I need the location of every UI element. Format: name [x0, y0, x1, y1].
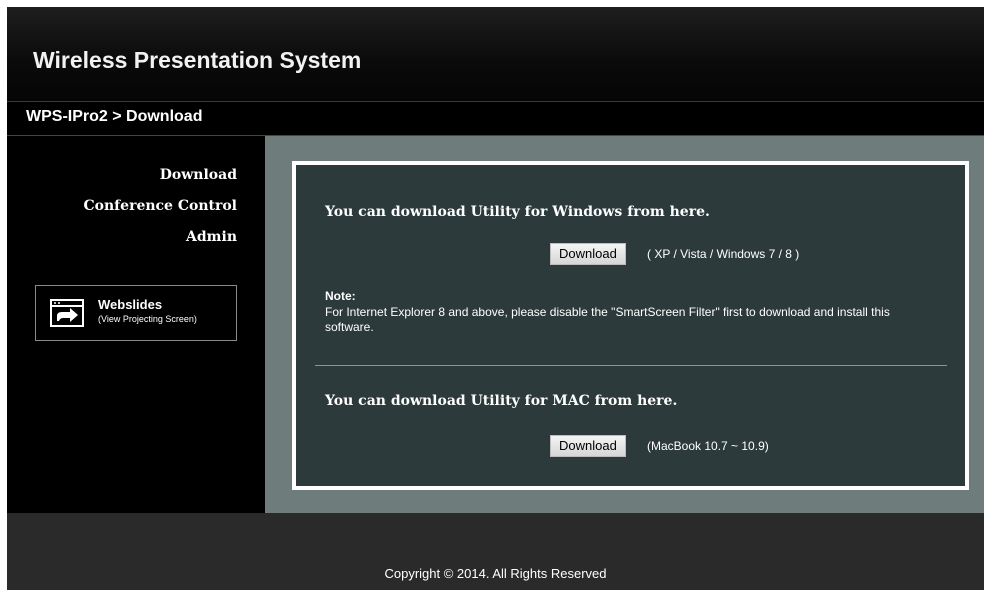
webslides-title: Webslides: [98, 297, 163, 312]
download-panel: You can download Utility for Windows fro…: [292, 161, 969, 490]
app-frame: Wireless Presentation System WPS-IPro2 >…: [7, 7, 984, 590]
section-divider: [315, 365, 947, 366]
header: Wireless Presentation System: [7, 7, 984, 102]
note-label: Note:: [325, 289, 356, 303]
note-text: For Internet Explorer 8 and above, pleas…: [325, 305, 890, 334]
sidebar-item-admin[interactable]: Admin: [186, 229, 237, 245]
windows-download-heading: You can download Utility for Windows fro…: [325, 204, 710, 220]
footer: Copyright © 2014. All Rights Reserved: [7, 513, 984, 590]
mac-download-heading: You can download Utility for MAC from he…: [325, 393, 678, 409]
webslides-button[interactable]: Webslides (View Projecting Screen): [35, 285, 237, 341]
copyright-text: Copyright © 2014. All Rights Reserved: [384, 566, 607, 581]
sidebar-item-conference-control[interactable]: Conference Control: [83, 198, 237, 214]
windows-versions-note: ( XP / Vista / Windows 7 / 8 ): [647, 247, 800, 261]
webslides-subtitle: (View Projecting Screen): [98, 314, 197, 324]
main-content: You can download Utility for Windows fro…: [265, 136, 984, 513]
windows-download-button[interactable]: Download: [550, 243, 626, 265]
mac-versions-note: (MacBook 10.7 ~ 10.9): [647, 439, 769, 453]
breadcrumb-bar: WPS-IPro2 > Download: [7, 102, 984, 136]
sidebar: Download Conference Control Admin Websli…: [7, 136, 265, 513]
app-title: Wireless Presentation System: [33, 47, 362, 73]
sidebar-item-download[interactable]: Download: [160, 167, 237, 183]
breadcrumb: WPS-IPro2 > Download: [26, 108, 203, 125]
mac-download-button[interactable]: Download: [550, 435, 626, 457]
projector-screen-icon: [50, 299, 84, 327]
